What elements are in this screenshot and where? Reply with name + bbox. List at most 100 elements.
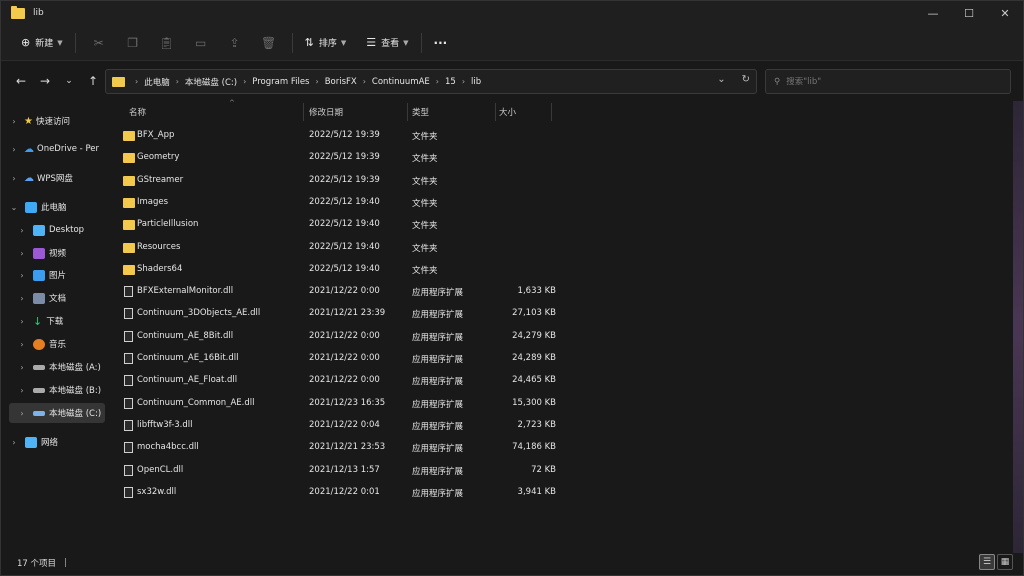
sidebar-item-label: 图片 — [49, 271, 67, 281]
column-header-type[interactable]: 类型 — [412, 101, 492, 123]
breadcrumb-item[interactable]: ContinuumAE — [372, 77, 430, 87]
table-row[interactable]: BFXExternalMonitor.dll 2021/12/22 0:00 应用程… — [119, 281, 659, 303]
search-input[interactable] — [786, 76, 987, 87]
sort-button[interactable]: ⇅ 排序 ▼ — [299, 30, 353, 56]
details-view-icon[interactable]: ☰ — [979, 554, 995, 570]
file-date: 2022/5/12 19:39 — [309, 152, 380, 163]
window-edge-decoration — [1013, 101, 1023, 553]
view-label: 查看 — [381, 39, 400, 49]
table-row[interactable]: OpenCL.dll 2021/12/13 1:57 应用程序扩展 72 KB — [119, 460, 659, 482]
table-row[interactable]: Continuum_AE_Float.dll 2021/12/22 0:00 应用程… — [119, 370, 659, 392]
sidebar-item-network[interactable]: › 网络 — [7, 432, 107, 452]
search-box[interactable]: ⚲ — [765, 69, 1011, 94]
collapse-chevron-icon[interactable]: ⌄ — [7, 203, 21, 212]
address-bar[interactable]: › 此电脑 › 本地磁盘 (C:) › Program Files › Bori… — [105, 69, 757, 94]
sidebar-item-this-pc[interactable]: ⌄ 此电脑 — [7, 197, 107, 217]
file-date: 2021/12/22 0:00 — [309, 375, 380, 386]
expand-chevron-icon[interactable]: › — [15, 386, 29, 395]
file-date: 2021/12/13 1:57 — [309, 464, 380, 475]
sidebar-item-desktop[interactable]: › Desktop — [15, 220, 107, 240]
file-size: 15,300 KB — [512, 397, 556, 408]
delete-icon[interactable]: 🗑︎ — [252, 36, 286, 50]
address-dropdown-icon[interactable]: ⌄ — [717, 74, 725, 85]
copy-icon[interactable]: ❐ — [116, 36, 150, 50]
table-row[interactable]: mocha4bcc.dll 2021/12/21 23:53 应用程序扩展 74,18… — [119, 437, 659, 459]
column-header-label: 名称 — [129, 108, 147, 118]
table-row[interactable]: BFX_App 2022/5/12 19:39 文件夹 — [119, 125, 659, 147]
table-row[interactable]: Continuum_AE_8Bit.dll 2021/12/22 0:00 应用程序… — [119, 326, 659, 348]
sidebar-item-drive-c[interactable]: › 本地磁盘 (C:) — [9, 403, 105, 423]
forward-icon[interactable]: → — [33, 74, 57, 88]
view-button[interactable]: ☰ 查看 ▼ — [360, 30, 414, 56]
back-icon[interactable]: ← — [9, 74, 33, 88]
recent-chevron-icon[interactable]: ⌄ — [57, 76, 81, 86]
expand-chevron-icon[interactable]: › — [15, 409, 29, 418]
expand-chevron-icon[interactable]: › — [15, 340, 29, 349]
table-row[interactable]: Continuum_3DObjects_AE.dll 2021/12/21 23:… — [119, 303, 659, 325]
sidebar-item-drive-a[interactable]: › 本地磁盘 (A:) — [15, 357, 107, 377]
column-header-size[interactable]: 大小 — [499, 101, 549, 123]
expand-chevron-icon[interactable]: › — [7, 174, 21, 183]
expand-chevron-icon[interactable]: › — [15, 226, 29, 235]
breadcrumb-item[interactable]: lib — [471, 77, 481, 87]
breadcrumb-item[interactable]: 本地磁盘 (C:) — [185, 76, 237, 88]
picture-icon — [33, 269, 45, 281]
sidebar-item-drive-b[interactable]: › 本地磁盘 (B:) — [15, 380, 107, 400]
table-row[interactable]: Shaders64 2022/5/12 19:40 文件夹 — [119, 259, 659, 281]
table-row[interactable]: libfftw3f-3.dll 2021/12/22 0:04 应用程序扩展 2,72… — [119, 415, 659, 437]
share-icon[interactable]: ⇪ — [218, 36, 252, 50]
file-date: 2022/5/12 19:39 — [309, 130, 380, 140]
file-name: BFXExternalMonitor.dll — [137, 286, 234, 297]
sidebar-item-pictures[interactable]: › 图片 — [15, 265, 107, 285]
table-row[interactable]: Geometry 2022/5/12 19:39 文件夹 — [119, 147, 659, 169]
rename-icon[interactable]: ▭ — [184, 36, 218, 50]
expand-chevron-icon[interactable]: › — [15, 271, 29, 280]
sidebar-item-videos[interactable]: › 视频 — [15, 243, 107, 263]
expand-chevron-icon[interactable]: › — [15, 363, 29, 372]
folder-icon — [123, 220, 135, 231]
table-row[interactable]: Images 2022/5/12 19:40 文件夹 — [119, 192, 659, 214]
table-row[interactable]: sx32w.dll 2021/12/22 0:01 应用程序扩展 3,941 KB — [119, 482, 659, 504]
table-row[interactable]: Resources 2022/5/12 19:40 文件夹 — [119, 237, 659, 259]
sidebar-item-onedrive[interactable]: › ☁ OneDrive - Per — [7, 139, 107, 159]
expand-chevron-icon[interactable]: › — [15, 317, 29, 326]
more-button[interactable]: ··· — [428, 30, 454, 56]
column-header-label: 大小 — [499, 108, 517, 118]
file-type: 应用程序扩展 — [412, 444, 464, 455]
new-button[interactable]: ⊕ 新建 ▼ — [15, 30, 69, 56]
sidebar-item-label: 此电脑 — [41, 203, 67, 213]
file-name: Resources — [137, 241, 181, 252]
table-row[interactable]: GStreamer 2022/5/12 19:39 文件夹 — [119, 170, 659, 192]
minimize-button[interactable]: — — [915, 1, 951, 25]
close-button[interactable]: ✕ — [987, 1, 1023, 25]
refresh-icon[interactable]: ↻ — [742, 74, 750, 85]
expand-chevron-icon[interactable]: › — [15, 294, 29, 303]
breadcrumb-item[interactable]: BorisFX — [325, 77, 357, 87]
table-row[interactable]: ParticleIllusion 2022/5/12 19:40 文件夹 — [119, 214, 659, 236]
sidebar-item-music[interactable]: › 音乐 — [15, 334, 107, 354]
sidebar-item-downloads[interactable]: › ↓ 下载 — [15, 311, 107, 331]
up-icon[interactable]: ↑ — [81, 74, 105, 88]
breadcrumb-item[interactable]: Program Files — [252, 77, 309, 87]
large-icons-view-icon[interactable]: ▦ — [997, 554, 1013, 570]
cut-icon[interactable]: ✂ — [82, 36, 116, 50]
expand-chevron-icon[interactable]: › — [7, 145, 21, 154]
sidebar-item-documents[interactable]: › 文档 — [15, 288, 107, 308]
breadcrumb-item[interactable]: 此电脑 — [144, 76, 170, 88]
file-type: 文件夹 — [412, 154, 438, 165]
file-list: 名称 ^ 修改日期 类型 大小 BFX_App 2022/5/12 19:39 文件… — [111, 99, 1011, 553]
expand-chevron-icon[interactable]: › — [7, 117, 21, 126]
breadcrumb-item[interactable]: 15 — [445, 77, 456, 87]
file-name: Continuum_3DObjects_AE.dll — [137, 308, 261, 319]
table-row[interactable]: Continuum_Common_AE.dll 2021/12/23 16:35 应… — [119, 393, 659, 415]
column-header-date[interactable]: 修改日期 — [309, 101, 405, 123]
column-header-name[interactable]: 名称 ^ — [129, 99, 301, 123]
sidebar-item-wps[interactable]: › ☁ WPS网盘 — [7, 168, 107, 188]
maximize-button[interactable]: ☐ — [951, 1, 987, 25]
expand-chevron-icon[interactable]: › — [7, 438, 21, 447]
paste-icon[interactable]: 📋︎ — [150, 36, 184, 50]
expand-chevron-icon[interactable]: › — [15, 249, 29, 258]
sidebar-item-quick-access[interactable]: › ★ 快速访问 — [7, 111, 107, 131]
music-icon — [33, 338, 45, 350]
table-row[interactable]: Continuum_AE_16Bit.dll 2021/12/22 0:00 应用程… — [119, 348, 659, 370]
